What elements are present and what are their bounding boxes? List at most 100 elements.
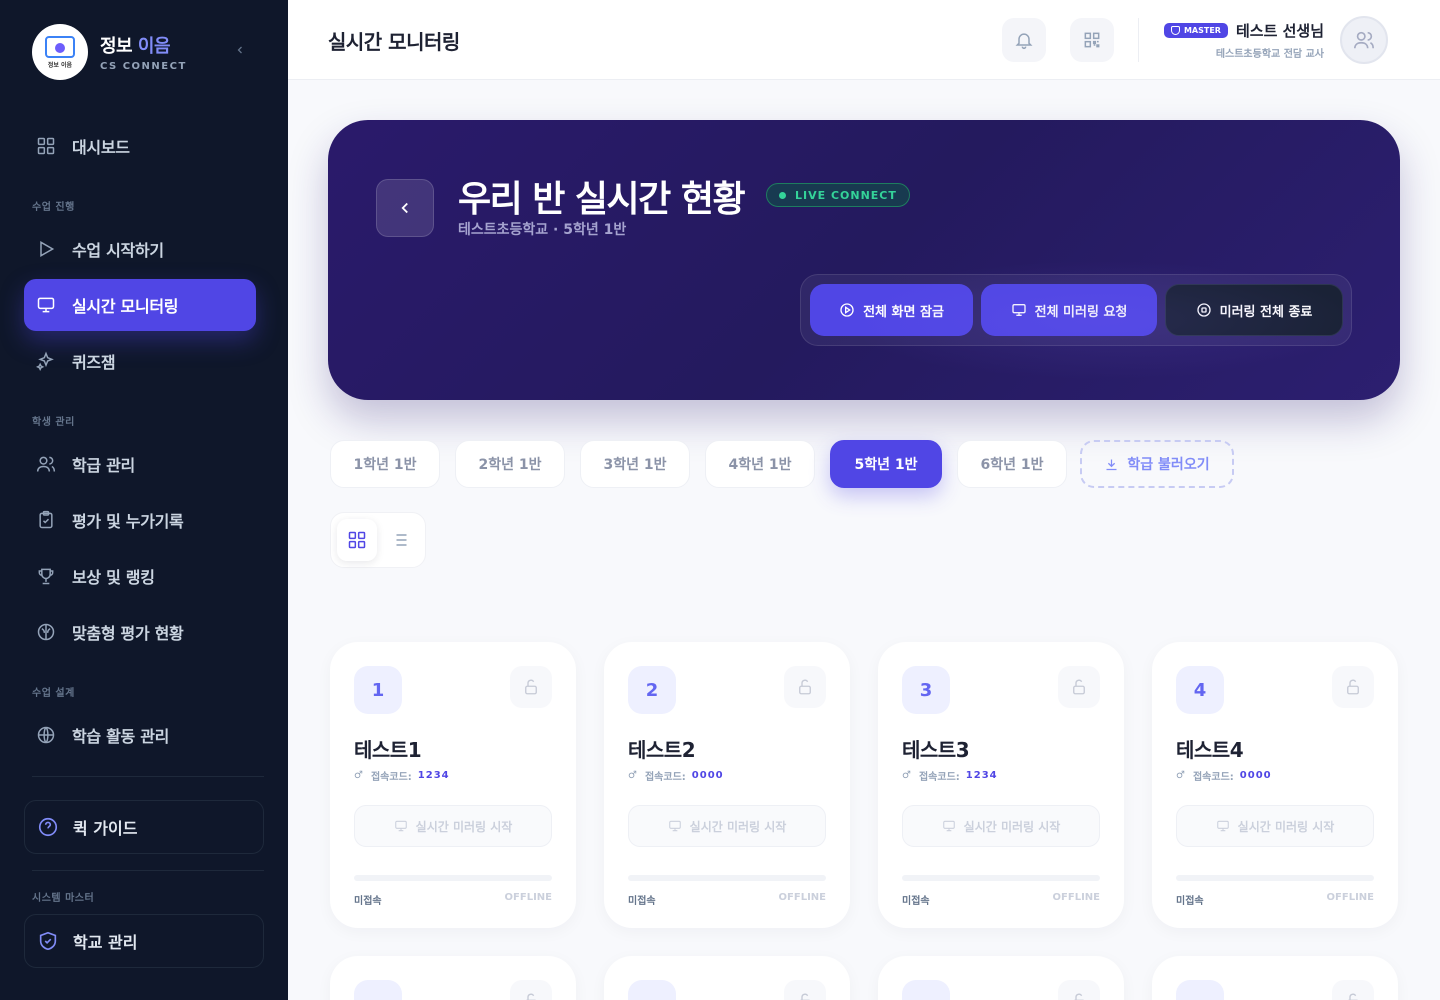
student-card[interactable]: 1 테스트1 ♂ 접속코드: 1234 실시간 미러링 시작 미접속 OFFLI… (330, 642, 576, 928)
back-button[interactable] (376, 179, 434, 237)
student-number: 4 (1176, 666, 1224, 714)
student-card-partial[interactable] (604, 956, 850, 1000)
sidebar-item-evaluation[interactable]: 평가 및 누가기록 (24, 494, 256, 546)
monitor-icon (36, 295, 56, 315)
logo-text: 정보 이음 (47, 61, 73, 69)
header-divider (1138, 18, 1139, 62)
quick-guide-label: 퀵 가이드 (73, 819, 138, 838)
tab-class-4[interactable]: 4학년 1반 (705, 440, 815, 488)
stop-circle-icon (1196, 303, 1211, 317)
online-state: OFFLINE (504, 892, 552, 903)
collapse-sidebar-icon[interactable] (232, 42, 248, 58)
avatar[interactable] (1340, 16, 1388, 64)
student-number (902, 980, 950, 1000)
access-code-value: 1234 (965, 770, 998, 781)
start-mirroring-button[interactable]: 실시간 미러링 시작 (902, 805, 1100, 847)
import-class-button[interactable]: 학급 불러오기 (1080, 440, 1234, 488)
gender-icon: ♂ (902, 770, 911, 781)
lock-toggle-button[interactable] (510, 980, 552, 1000)
student-name: 테스트4 (1176, 738, 1244, 762)
unlock-icon (525, 993, 537, 1000)
brain-icon (36, 622, 56, 642)
access-code-label: 접속코드: (918, 772, 960, 783)
sidebar-item-label: 평가 및 누가기록 (72, 512, 184, 531)
unlock-icon (525, 679, 537, 695)
tab-class-2[interactable]: 2학년 1반 (455, 440, 565, 488)
start-mirroring-button[interactable]: 실시간 미러링 시작 (628, 805, 826, 847)
start-mirroring-button[interactable]: 실시간 미러링 시작 (1176, 805, 1374, 847)
start-mirroring-button[interactable]: 실시간 미러링 시작 (354, 805, 552, 847)
online-state: OFFLINE (1326, 892, 1374, 903)
gender-icon: ♂ (628, 770, 637, 781)
quick-guide-button[interactable]: 퀵 가이드 (24, 800, 264, 854)
lock-toggle-button[interactable] (1058, 980, 1100, 1000)
lock-toggle-button[interactable] (510, 666, 552, 708)
connection-status: 미접속 (628, 896, 656, 907)
sidebar-item-monitoring[interactable]: 실시간 모니터링 (24, 279, 256, 331)
sidebar-item-label: 대시보드 (72, 138, 130, 157)
lock-toggle-button[interactable] (784, 666, 826, 708)
sidebar-item-quizzam[interactable]: 퀴즈잼 (24, 335, 256, 387)
lock-toggle-button[interactable] (1058, 666, 1100, 708)
list-view-button[interactable] (379, 519, 419, 561)
user-icon (1354, 31, 1374, 49)
student-card-partial[interactable] (878, 956, 1124, 1000)
grid-view-button[interactable] (337, 519, 377, 561)
tab-class-5[interactable]: 5학년 1반 (830, 440, 942, 488)
lock-toggle-button[interactable] (1332, 666, 1374, 708)
view-toggle (330, 512, 426, 568)
user-info[interactable]: MASTER 테스트 선생님 테스트초등학교 전담 교사 (1163, 20, 1324, 60)
qr-code-button[interactable] (1070, 18, 1114, 62)
hero-title: 우리 반 실시간 현황 (458, 179, 746, 220)
student-card-partial[interactable] (330, 956, 576, 1000)
sidebar-item-dashboard[interactable]: 대시보드 (24, 120, 256, 172)
monitor-icon (942, 820, 955, 832)
student-number: 2 (628, 666, 676, 714)
sidebar-item-label: 퀴즈잼 (72, 353, 116, 372)
lock-toggle-button[interactable] (784, 980, 826, 1000)
sidebar-item-start-class[interactable]: 수업 시작하기 (24, 223, 256, 275)
unlock-icon (1347, 993, 1359, 1000)
lock-toggle-button[interactable] (1332, 980, 1374, 1000)
access-code: ♂ 접속코드: 1234 (902, 768, 998, 783)
brand[interactable]: 정보 이음 정보 이음 CS CONNECT (32, 24, 187, 80)
user-school: 테스트초등학교 전담 교사 (1215, 49, 1324, 60)
page-title: 실시간 모니터링 (328, 30, 460, 54)
student-card[interactable]: 2 테스트2 ♂ 접속코드: 0000 실시간 미러링 시작 미접속 OFFLI… (604, 642, 850, 928)
tab-class-6[interactable]: 6학년 1반 (957, 440, 1067, 488)
lock-all-screens-button[interactable]: 전체 화면 잠금 (810, 284, 973, 336)
tab-class-1[interactable]: 1학년 1반 (330, 440, 440, 488)
master-badge: MASTER (1163, 23, 1228, 38)
connection-status: 미접속 (902, 896, 930, 907)
hero-subtitle: 테스트초등학교 · 5학년 1반 (458, 222, 627, 238)
student-number (354, 980, 402, 1000)
sidebar-item-class-manage[interactable]: 학급 관리 (24, 438, 256, 490)
student-name: 테스트2 (628, 738, 696, 762)
trophy-icon (36, 566, 56, 586)
student-card[interactable]: 3 테스트3 ♂ 접속코드: 1234 실시간 미러링 시작 미접속 OFFLI… (878, 642, 1124, 928)
brand-subtitle: CS CONNECT (100, 61, 187, 72)
sidebar-item-rewards[interactable]: 보상 및 랭킹 (24, 550, 256, 602)
play-icon (36, 239, 56, 259)
student-name: 테스트1 (354, 738, 422, 762)
help-circle-icon (37, 816, 59, 838)
school-manage-button[interactable]: 학교 관리 (24, 914, 264, 968)
connection-status: 미접속 (1176, 896, 1204, 907)
live-connect-badge: LIVE CONNECT (766, 183, 910, 207)
sidebar-item-activity-manage[interactable]: 학습 활동 관리 (24, 709, 256, 761)
access-code-value: 0000 (1239, 770, 1272, 781)
sidebar-item-label: 보상 및 랭킹 (72, 568, 155, 587)
student-number: 1 (354, 666, 402, 714)
sidebar-item-label: 학습 활동 관리 (72, 727, 170, 746)
request-all-mirroring-button[interactable]: 전체 미러링 요청 (981, 284, 1157, 336)
end-all-mirroring-button[interactable]: 미러링 전체 종료 (1165, 284, 1343, 336)
student-number (628, 980, 676, 1000)
shield-check-icon (37, 930, 59, 952)
student-card-partial[interactable] (1152, 956, 1398, 1000)
student-card[interactable]: 4 테스트4 ♂ 접속코드: 0000 실시간 미러링 시작 미접속 OFFLI… (1152, 642, 1398, 928)
sidebar-item-custom-eval[interactable]: 맞춤형 평가 현황 (24, 606, 256, 658)
connection-status: 미접속 (354, 896, 382, 907)
qr-code-icon (1084, 32, 1100, 48)
notifications-button[interactable] (1002, 18, 1046, 62)
tab-class-3[interactable]: 3학년 1반 (580, 440, 690, 488)
